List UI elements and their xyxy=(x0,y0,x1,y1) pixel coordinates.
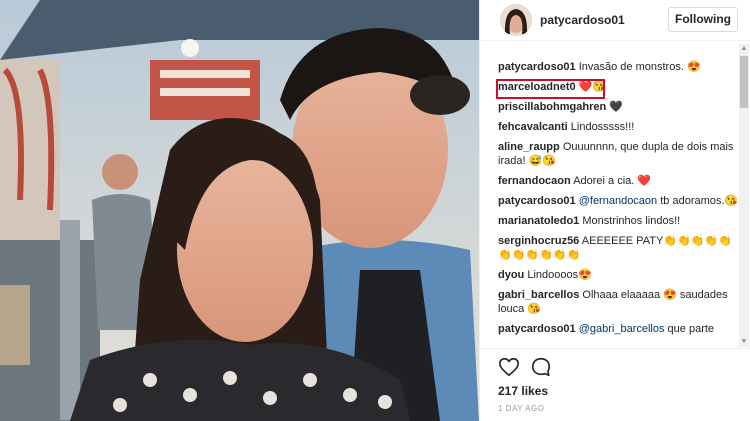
comment-username[interactable]: aline_raupp xyxy=(498,141,560,153)
comment-item: serginhocruz56 AEEEEEE PATY👏👏👏👏👏👏👏👏👏👏👏 xyxy=(498,234,740,262)
post-sidebar: patycardoso01 Following patycardoso01 In… xyxy=(479,0,750,421)
post-photo xyxy=(0,0,479,421)
comment-text: Monstrinhos lindos!! xyxy=(582,215,681,227)
avatar-image xyxy=(500,4,532,36)
comment-item: fernandocaon Adorei a cia. ❤️ xyxy=(498,174,740,188)
comment-text: que parte xyxy=(667,323,715,335)
post-actions: 217 likes 1 DAY AGO xyxy=(480,348,750,421)
scroll-down-icon[interactable]: ▼ xyxy=(739,337,749,347)
scroll-thumb[interactable] xyxy=(740,56,748,108)
header-username[interactable]: patycardoso01 xyxy=(540,13,625,27)
comment-username[interactable]: dyou xyxy=(498,269,524,281)
comment-item: aline_raupp Ouuunnnn, que dupla de dois … xyxy=(498,140,740,168)
comment-username[interactable]: fernandocaon xyxy=(498,175,571,187)
comment-item: dyou Lindoooos😍 xyxy=(498,268,740,282)
comment-item: fehcavalcanti Lindosssss!!! xyxy=(498,120,740,134)
likes-count[interactable]: 217 likes xyxy=(498,384,548,398)
comment-item: patycardoso01 @fernandocaon tb adoramos.… xyxy=(498,194,740,208)
comment-item: patycardoso01 Invasão de monstros. 😍 xyxy=(498,60,740,74)
post-image xyxy=(0,0,479,421)
comment-item: gabri_barcellos Olhaaa elaaaaa 😍 saudade… xyxy=(498,288,740,316)
comment-text: tb adoramos.😘 xyxy=(660,195,739,207)
comment-mention[interactable]: @fernandocaon xyxy=(579,195,657,207)
comment-username[interactable]: patycardoso01 xyxy=(498,195,576,207)
highlight-box xyxy=(496,79,605,99)
comments-list: patycardoso01 Invasão de monstros. 😍 marc… xyxy=(498,60,740,348)
comment-text: Lindosssss!!! xyxy=(570,121,635,133)
comment-username[interactable]: gabri_barcellos xyxy=(498,289,579,301)
following-button[interactable]: Following xyxy=(668,7,738,32)
comment-username[interactable]: priscillabohmgahren xyxy=(498,101,606,113)
comment-text: 🖤 xyxy=(609,101,623,113)
heart-icon[interactable] xyxy=(498,356,520,378)
comment-username[interactable]: serginhocruz56 xyxy=(498,235,579,247)
comment-item: priscillabohmgahren 🖤 xyxy=(498,100,740,114)
comment-username[interactable]: fehcavalcanti xyxy=(498,121,568,133)
post-timestamp: 1 DAY AGO xyxy=(498,404,545,413)
scroll-up-icon[interactable]: ▲ xyxy=(739,44,749,54)
comments-scrollbar[interactable]: ▲ ▼ xyxy=(739,44,749,347)
comment-username[interactable]: marianatoledo1 xyxy=(498,215,579,227)
comment-item: patycardoso01 @gabri_barcellos que parte xyxy=(498,322,740,336)
comment-username[interactable]: patycardoso01 xyxy=(498,61,576,73)
post-header: patycardoso01 Following xyxy=(480,0,750,41)
comment-item: marianatoledo1 Monstrinhos lindos!! xyxy=(498,214,740,228)
comment-mention[interactable]: @gabri_barcellos xyxy=(579,323,665,335)
comment-text: Lindoooos😍 xyxy=(527,269,592,281)
comment-bubble-icon[interactable] xyxy=(530,356,552,378)
avatar[interactable] xyxy=(500,4,532,36)
comment-username[interactable]: patycardoso01 xyxy=(498,323,576,335)
comment-text: Adorei a cia. ❤️ xyxy=(573,175,652,187)
comment-text: Invasão de monstros. 😍 xyxy=(578,61,701,73)
